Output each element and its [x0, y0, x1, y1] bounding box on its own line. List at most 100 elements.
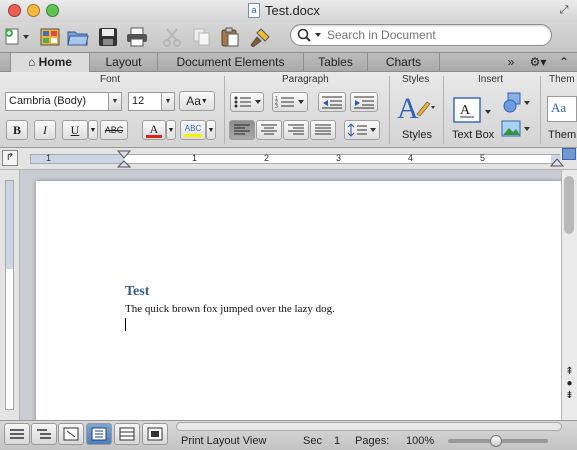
group-themes-title: Them	[549, 74, 575, 85]
font-size-dropdown[interactable]: ▼	[161, 92, 175, 111]
search-input[interactable]	[327, 27, 537, 43]
browse-object-icon[interactable]: ●	[563, 378, 576, 390]
change-case-button[interactable]: Aa ▼	[179, 91, 215, 111]
vertical-scrollbar[interactable]: ⇞ ● ⇟	[561, 170, 577, 420]
highlight-dropdown[interactable]: ▼	[206, 120, 216, 140]
tab-charts[interactable]: Charts	[368, 53, 440, 72]
collapse-ribbon-icon[interactable]: ⌃	[554, 53, 574, 72]
outline-view-button[interactable]	[31, 423, 57, 445]
themes-label: Them	[548, 129, 577, 141]
search-icon	[297, 28, 321, 42]
ruler-tick-label: 1	[192, 153, 198, 163]
horizontal-ruler[interactable]: ↱ 1 1 2 3 4 5	[0, 148, 577, 170]
highlight-color-bar	[184, 133, 202, 137]
zoom-value: 100%	[406, 435, 435, 447]
text-box-button[interactable]: A	[452, 96, 492, 126]
ruler-tick-label: 1	[46, 153, 52, 163]
zoom-button[interactable]	[46, 4, 59, 17]
previous-page-icon[interactable]: ⇞	[563, 366, 576, 378]
font-name-field[interactable]: Cambria (Body)	[5, 92, 109, 111]
format-painter-button[interactable]	[248, 25, 272, 49]
scroll-thumb[interactable]	[564, 176, 574, 234]
close-button[interactable]	[8, 4, 21, 17]
publishing-view-button[interactable]	[58, 423, 84, 445]
open-button[interactable]	[66, 25, 90, 49]
align-left-button[interactable]	[229, 120, 255, 140]
ribbon-home: Font Paragraph Styles Insert Them Cambri…	[0, 72, 577, 148]
font-size-field[interactable]: 12	[128, 92, 162, 111]
numbering-button[interactable]: 123	[272, 92, 308, 112]
print-button[interactable]	[125, 25, 149, 49]
next-page-icon[interactable]: ⇟	[563, 390, 576, 402]
indent-marker-icon[interactable]	[117, 150, 131, 170]
text-caret	[125, 318, 126, 331]
increase-indent-button[interactable]	[350, 92, 378, 112]
cut-button[interactable]	[160, 25, 184, 49]
ruler-labels: 1 1 2 3 4 5	[0, 148, 577, 170]
styles-gallery-button[interactable]: A	[395, 90, 435, 126]
vertical-ruler-track	[5, 180, 14, 410]
underline-dropdown[interactable]: ▼	[88, 120, 98, 140]
decrease-indent-button[interactable]	[318, 92, 346, 112]
align-center-button[interactable]	[256, 120, 282, 140]
document-page[interactable]: Test The quick brown fox jumped over the…	[36, 181, 574, 441]
tab-document-elements[interactable]: Document Elements	[158, 53, 304, 72]
bullets-button[interactable]	[230, 92, 264, 112]
underline-button[interactable]: U	[62, 120, 88, 140]
print-layout-view-button[interactable]	[86, 423, 112, 445]
more-tabs-chevron-icon[interactable]: »	[500, 53, 522, 72]
copy-icon	[193, 28, 210, 46]
group-divider	[540, 76, 541, 144]
group-insert-title: Insert	[478, 74, 504, 85]
line-spacing-button[interactable]	[344, 120, 380, 140]
pages-label: Pages:	[355, 435, 390, 447]
group-divider	[389, 76, 390, 144]
minimize-button[interactable]	[27, 4, 40, 17]
italic-button[interactable]: I	[34, 120, 56, 140]
themes-button[interactable]: Aa	[547, 96, 577, 122]
ribbon-gear-icon[interactable]: ⚙▾	[526, 53, 550, 72]
gallery-button[interactable]	[38, 25, 62, 49]
split-handle[interactable]	[562, 148, 576, 160]
horizontal-scrollbar[interactable]	[176, 422, 562, 431]
text-box-label: Text Box	[452, 129, 495, 141]
align-right-button[interactable]	[283, 120, 309, 140]
strikethrough-button[interactable]: ABC	[100, 120, 128, 140]
clipboard-icon	[221, 27, 239, 47]
save-button[interactable]	[96, 25, 120, 49]
tab-home[interactable]: ⌂ Home	[10, 53, 90, 73]
scissors-icon	[163, 28, 181, 47]
font-name-dropdown[interactable]: ▼	[108, 92, 122, 111]
group-divider	[224, 76, 225, 144]
picture-button[interactable]	[500, 119, 532, 141]
publishing-layout-icon	[63, 427, 79, 441]
zoom-slider-knob[interactable]	[490, 435, 502, 447]
numbered-list-icon: 123	[275, 96, 304, 109]
draft-view-button[interactable]	[4, 423, 30, 445]
fullscreen-icon[interactable]: ⤢	[558, 4, 570, 16]
font-color-button[interactable]: A	[142, 120, 166, 140]
tab-tables[interactable]: Tables	[304, 53, 368, 72]
highlight-label: ABC	[184, 123, 202, 133]
justify-button[interactable]	[310, 120, 336, 140]
search-field[interactable]	[290, 24, 552, 46]
styles-icon: A	[397, 92, 435, 125]
increase-indent-icon	[354, 96, 374, 109]
focus-view-button[interactable]	[142, 423, 168, 445]
bold-button[interactable]: B	[6, 120, 28, 140]
zoom-slider[interactable]	[448, 435, 548, 447]
shape-button[interactable]	[500, 91, 532, 115]
vertical-ruler[interactable]	[0, 170, 20, 420]
document-heading[interactable]: Test	[125, 284, 149, 300]
justify-icon	[315, 124, 331, 135]
copy-button[interactable]	[190, 25, 214, 49]
highlight-button[interactable]: ABC	[180, 120, 206, 140]
font-color-dropdown[interactable]: ▼	[166, 120, 176, 140]
notebook-view-button[interactable]	[114, 423, 140, 445]
new-document-button[interactable]	[2, 25, 32, 49]
tab-layout[interactable]: Layout	[90, 53, 158, 72]
document-body-text[interactable]: The quick brown fox jumped over the lazy…	[125, 303, 335, 315]
paste-button[interactable]	[218, 25, 242, 49]
align-right-icon	[288, 124, 304, 135]
shapes-icon	[503, 92, 530, 113]
